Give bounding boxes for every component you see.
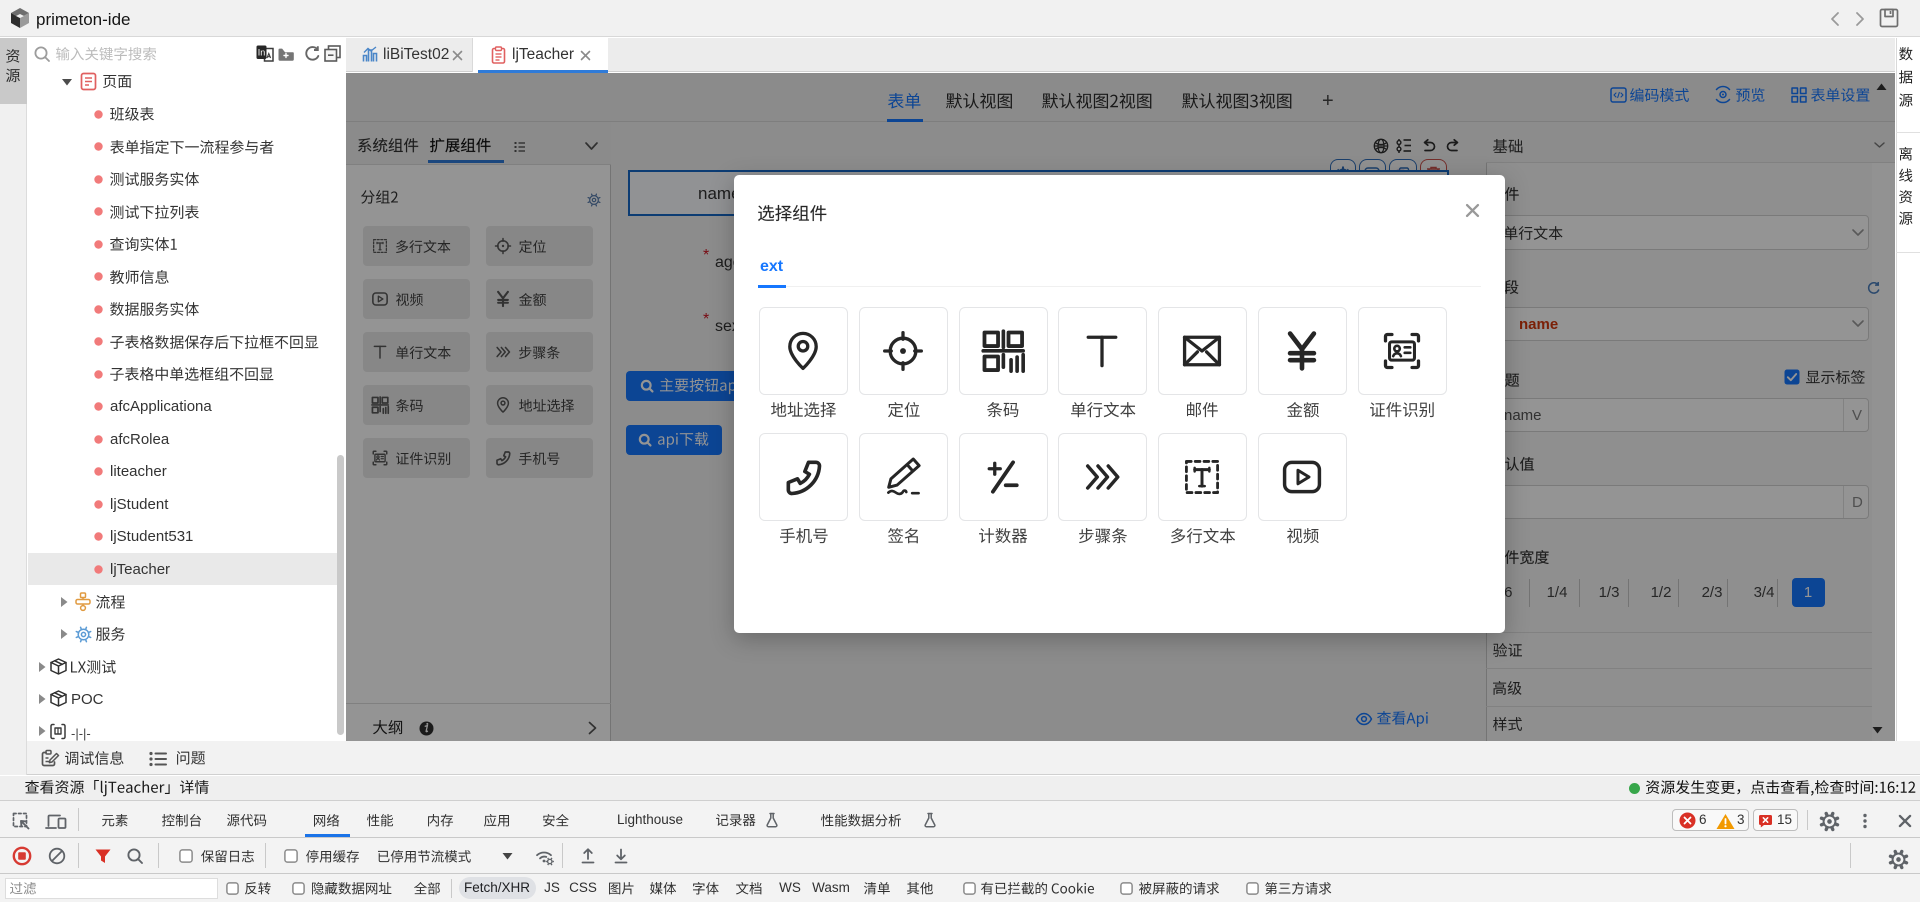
svg-text:In: In — [258, 48, 266, 58]
